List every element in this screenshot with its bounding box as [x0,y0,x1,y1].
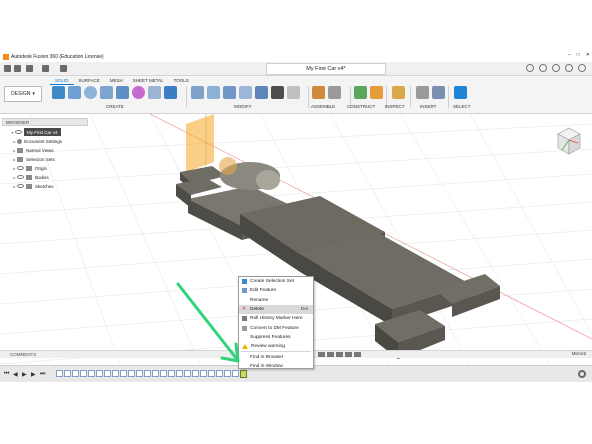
fusion-screenshot: Autodesk Fusion 360 (Education License) … [0,52,592,382]
fusion-window: Autodesk Fusion 360 (Education License) … [0,52,592,382]
annotation-arrow [176,282,240,363]
